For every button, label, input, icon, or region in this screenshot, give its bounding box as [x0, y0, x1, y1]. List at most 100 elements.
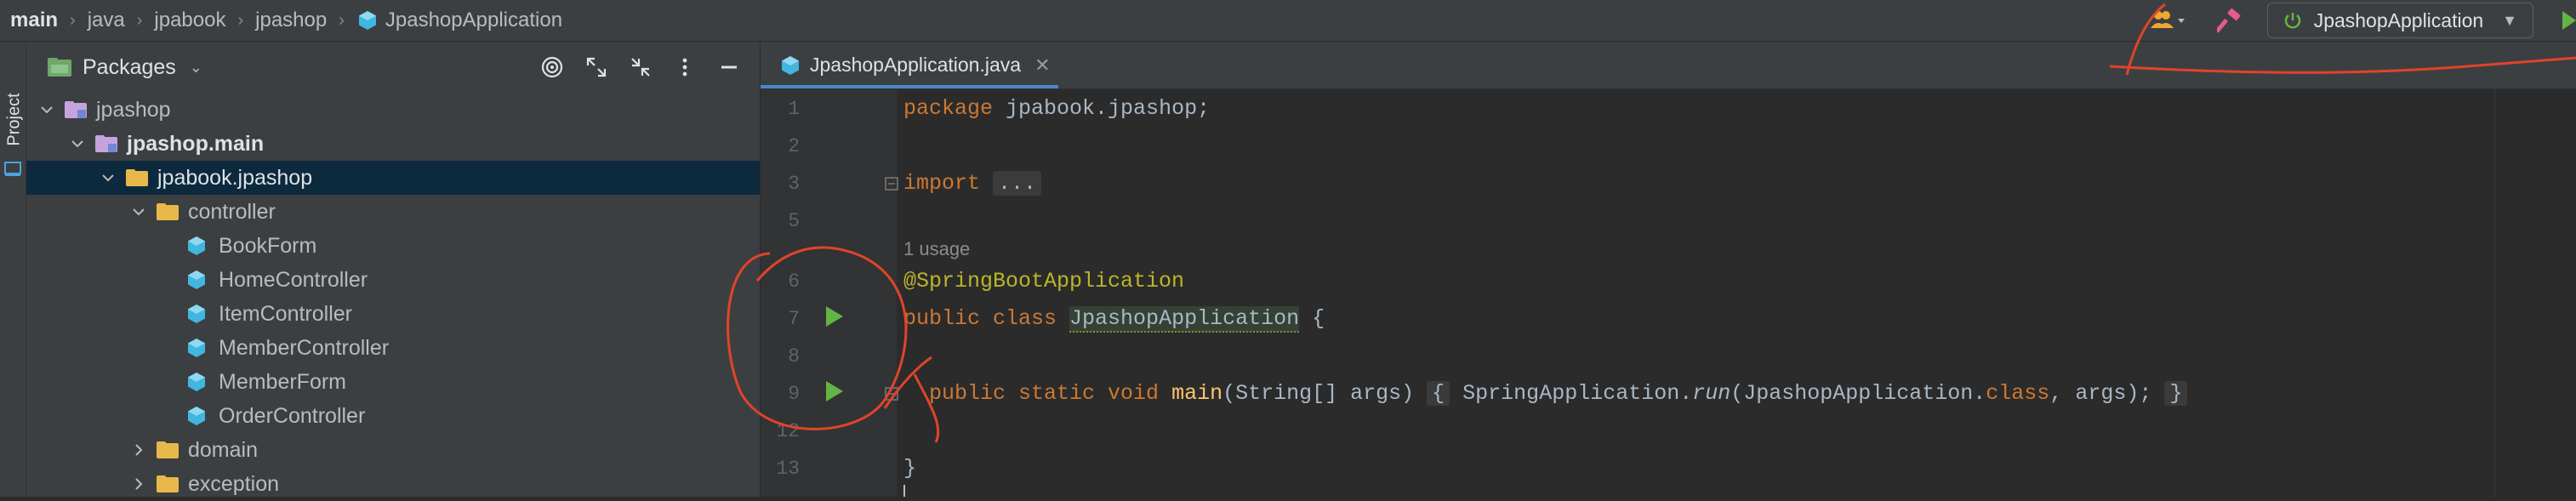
line-number: 3 [788, 173, 800, 195]
folded-imports[interactable]: ... [993, 171, 1042, 196]
code-line-6: @SpringBootApplication [903, 269, 1185, 293]
tab-label: JpashopApplication.java [810, 54, 1022, 76]
run-configuration-label: JpashopApplication [2313, 9, 2484, 31]
tree-item-label: jpabook.jpashop [157, 165, 313, 190]
class-icon [186, 304, 210, 324]
class-name: JpashopApplication [1069, 306, 1300, 333]
chevron-down-icon[interactable] [37, 100, 57, 120]
line-number: 6 [788, 270, 800, 293]
line-number: 13 [776, 458, 800, 480]
tree-item-jpashop-main[interactable]: jpashop.main [26, 127, 760, 161]
code-text: jpabook.jpashop; [993, 96, 1211, 121]
code-keyword: package [903, 96, 994, 121]
code-with-me-button[interactable] [2143, 3, 2194, 37]
line-number: 12 [776, 420, 800, 442]
class-icon [186, 372, 210, 392]
breadcrumb-separator: › [339, 10, 345, 30]
tree-item-bookform[interactable]: BookForm [26, 229, 760, 263]
run-configuration-selector[interactable]: JpashopApplication ▼ [2266, 3, 2533, 38]
chevron-down-icon[interactable] [98, 168, 118, 188]
tab-jpashopapplication-java[interactable]: JpashopApplication.java ✕ [761, 42, 1058, 88]
breadcrumb-separator: › [237, 10, 244, 30]
module-folder-icon [64, 100, 88, 120]
run-icon[interactable] [822, 305, 846, 328]
tree-item-memberform[interactable]: MemberForm [26, 365, 760, 399]
package-folder-icon [156, 474, 180, 494]
spring-class-icon [358, 11, 376, 30]
code-keyword: public static void [929, 381, 1160, 406]
tree-item-jpashop[interactable]: jpashop [26, 93, 760, 127]
tree-item-homecontroller[interactable]: HomeController [26, 263, 760, 297]
tree-item-controller[interactable]: controller [26, 195, 760, 229]
code-line-1: package jpabook.jpashop; [903, 96, 1210, 121]
right-margin-guide [2494, 89, 2495, 497]
chevron-right-icon[interactable] [128, 440, 149, 460]
tree-item-membercontroller[interactable]: MemberController [26, 331, 760, 365]
packages-icon [48, 58, 71, 77]
chevron-right-icon[interactable] [128, 474, 149, 494]
line-number: 5 [788, 210, 800, 232]
line-number: 9 [788, 383, 800, 405]
folded-brace-close[interactable]: } [2164, 381, 2188, 406]
breadcrumb-item-java[interactable]: java [88, 9, 125, 32]
tree-item-exception[interactable]: exception [26, 467, 760, 501]
fold-icon[interactable] [885, 387, 898, 401]
package-folder-icon [125, 168, 149, 188]
breadcrumb-item-jpabook[interactable]: jpabook [154, 9, 225, 32]
method-name: main [1171, 381, 1223, 406]
more-vertical-icon [682, 58, 687, 77]
package-folder-icon [156, 202, 180, 222]
code-text: { [1299, 306, 1325, 331]
run-button[interactable] [2533, 3, 2576, 37]
left-tool-strip: Project [0, 42, 26, 497]
project-panel: Packages ⌄ jpashop jpashop.main jpabook.… [26, 42, 760, 497]
hide-panel-button[interactable] [707, 48, 751, 86]
chevron-down-icon: ▼ [2502, 11, 2517, 29]
package-folder-icon [156, 440, 180, 460]
tree-item-ordercontroller[interactable]: OrderController [26, 399, 760, 433]
code-text: SpringApplication. [1450, 381, 1693, 406]
breadcrumb-item-jpashop[interactable]: jpashop [255, 9, 327, 32]
close-icon[interactable]: ✕ [1034, 54, 1050, 77]
run-icon[interactable] [822, 379, 846, 403]
class-icon [186, 236, 210, 256]
chevron-down-icon[interactable] [67, 134, 88, 154]
code-text: (String[] args) [1222, 381, 1415, 406]
breadcrumb: main › java › jpabook › jpashop › Jpasho… [10, 0, 562, 41]
chevron-down-icon[interactable] [128, 202, 149, 222]
project-tool-window-button[interactable]: Project [5, 90, 25, 150]
run-icon [2562, 11, 2576, 30]
tree-item-label: ItemController [219, 301, 352, 326]
chevron-down-icon[interactable]: ⌄ [190, 59, 202, 77]
expand-all-button[interactable] [574, 48, 618, 86]
project-window-icon [4, 162, 21, 176]
build-button[interactable] [2209, 3, 2250, 37]
usage-hint[interactable]: 1 usage [903, 238, 970, 260]
code-keyword: import [903, 171, 981, 196]
navigation-bar: main › java › jpabook › jpashop › Jpasho… [0, 0, 2576, 42]
breadcrumb-item-main[interactable]: main [10, 9, 58, 32]
breadcrumb-item-current[interactable]: JpashopApplication [385, 9, 562, 32]
editor-tab-bar: JpashopApplication.java ✕ [761, 42, 2576, 89]
active-tab-indicator [761, 85, 1058, 88]
options-button[interactable] [663, 48, 707, 86]
tree-item-itemcontroller[interactable]: ItemController [26, 297, 760, 331]
tree-item-domain[interactable]: domain [26, 433, 760, 467]
select-opened-file-button[interactable] [530, 48, 574, 86]
fold-icon[interactable] [885, 177, 898, 191]
minimize-icon [721, 65, 737, 69]
tree-item-jpabook-jpashop[interactable]: jpabook.jpashop [26, 161, 760, 195]
class-icon [186, 338, 210, 358]
tree-item-label: jpashop [96, 97, 171, 122]
target-icon [541, 56, 563, 78]
collapse-all-button[interactable] [618, 48, 663, 86]
users-icon [2150, 11, 2185, 28]
line-number: 2 [788, 135, 800, 157]
class-icon [186, 270, 210, 290]
folded-brace-open[interactable]: { [1427, 381, 1450, 406]
view-selector-label[interactable]: Packages [83, 55, 176, 80]
code-line-3: import ... [903, 171, 1042, 196]
panel-actions [530, 42, 751, 93]
project-panel-header: Packages ⌄ [26, 42, 760, 93]
hammer-icon [2216, 8, 2241, 33]
